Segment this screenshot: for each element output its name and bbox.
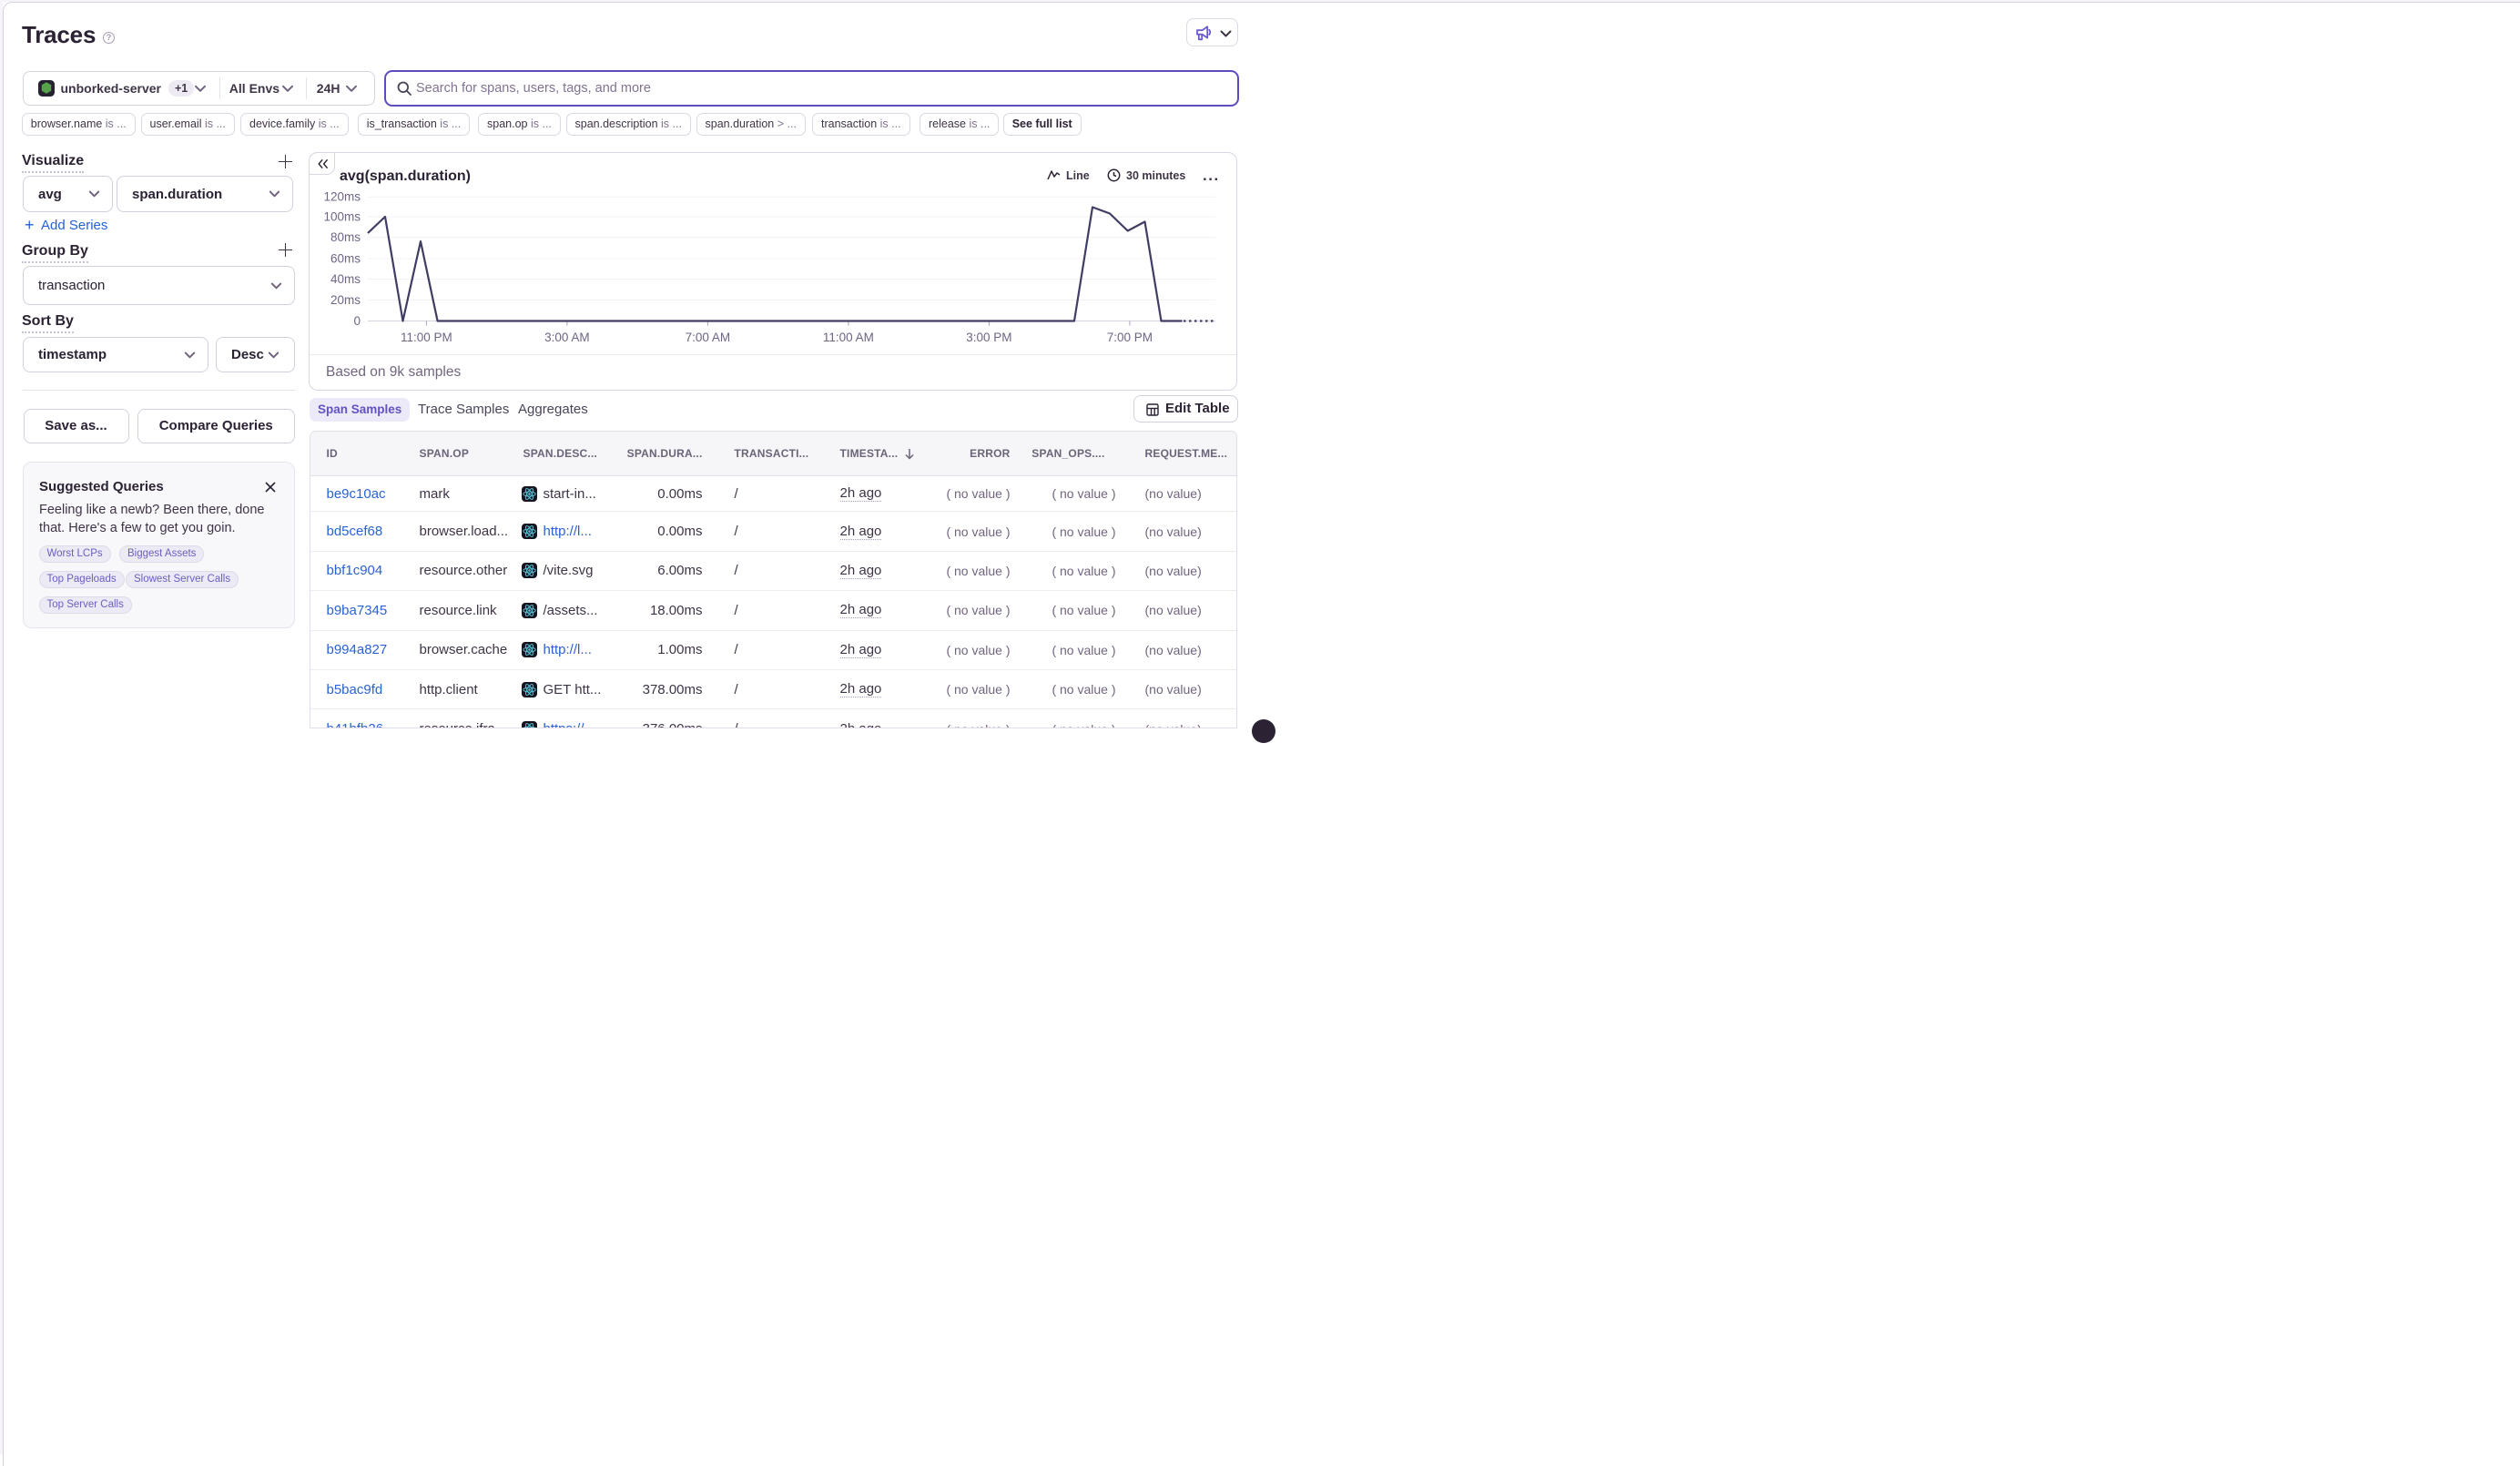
svg-text:80ms: 80ms xyxy=(330,230,361,244)
svg-text:3:00 PM: 3:00 PM xyxy=(966,331,1011,344)
svg-text:7:00 PM: 7:00 PM xyxy=(1107,331,1153,344)
svg-text:40ms: 40ms xyxy=(330,272,361,286)
svg-text:100ms: 100ms xyxy=(323,209,361,223)
svg-text:3:00 AM: 3:00 AM xyxy=(544,331,590,344)
svg-text:20ms: 20ms xyxy=(330,293,361,307)
svg-text:60ms: 60ms xyxy=(330,251,361,265)
svg-text:120ms: 120ms xyxy=(323,189,361,203)
svg-text:11:00 PM: 11:00 PM xyxy=(401,331,452,344)
svg-text:7:00 AM: 7:00 AM xyxy=(686,331,731,344)
svg-text:11:00 AM: 11:00 AM xyxy=(823,331,874,344)
svg-text:0: 0 xyxy=(353,314,361,328)
